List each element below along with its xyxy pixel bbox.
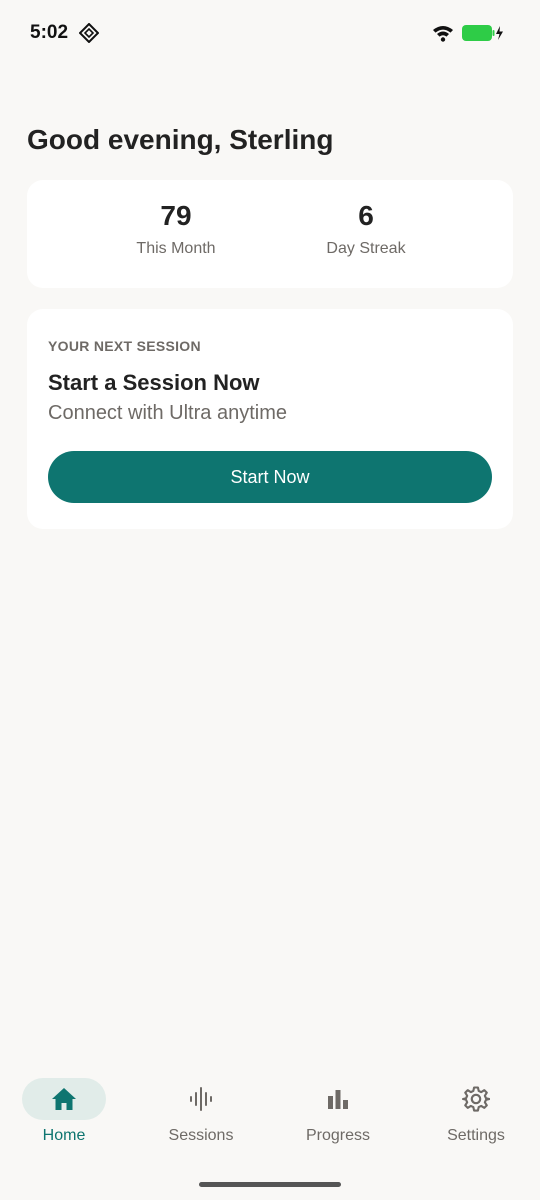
stat-this-month: 79 This Month xyxy=(96,200,256,258)
nav-active-pill xyxy=(22,1078,106,1120)
bar-chart-icon xyxy=(328,1090,348,1109)
home-icon xyxy=(52,1088,76,1110)
nav-icon-wrap xyxy=(159,1078,243,1120)
stat-label: Day Streak xyxy=(326,240,406,257)
nav-item-settings[interactable]: Settings xyxy=(416,1078,536,1145)
nav-label: Home xyxy=(42,1127,86,1144)
nav-item-home[interactable]: Home xyxy=(4,1078,124,1145)
battery-charging-icon xyxy=(462,25,503,41)
app-notification-icon xyxy=(79,23,99,43)
gear-icon xyxy=(462,1086,490,1112)
stats-card: 79 This Month 6 Day Streak xyxy=(27,180,513,288)
session-subtitle: Connect with Ultra anytime xyxy=(48,402,287,424)
stat-label: This Month xyxy=(136,240,216,257)
nav-label: Sessions xyxy=(168,1127,234,1144)
stat-value: 79 xyxy=(160,200,192,231)
wifi-icon xyxy=(433,26,453,42)
start-now-button[interactable]: Start Now xyxy=(48,451,492,503)
nav-icon-wrap xyxy=(434,1078,518,1120)
home-indicator[interactable] xyxy=(199,1182,341,1187)
nav-icon-wrap xyxy=(296,1078,380,1120)
bottom-nav: Home Sessions Progress Settings xyxy=(0,1070,540,1170)
next-session-card: YOUR NEXT SESSION Start a Session Now Co… xyxy=(27,309,513,529)
status-bar: 5:02 xyxy=(0,0,540,66)
session-eyebrow: YOUR NEXT SESSION xyxy=(48,338,201,354)
nav-item-progress[interactable]: Progress xyxy=(278,1078,398,1145)
nav-label: Progress xyxy=(305,1127,371,1144)
greeting-title: Good evening, Sterling xyxy=(27,124,334,155)
status-time: 5:02 xyxy=(30,22,69,43)
waveform-icon xyxy=(190,1087,212,1111)
stat-day-streak: 6 Day Streak xyxy=(286,200,446,258)
stat-value: 6 xyxy=(358,200,374,231)
home-screen: 5:02 Good evening, Sterling 79 This Mont… xyxy=(0,0,540,1200)
nav-label: Settings xyxy=(447,1127,505,1144)
session-title: Start a Session Now xyxy=(48,370,260,395)
nav-item-sessions[interactable]: Sessions xyxy=(141,1078,261,1145)
